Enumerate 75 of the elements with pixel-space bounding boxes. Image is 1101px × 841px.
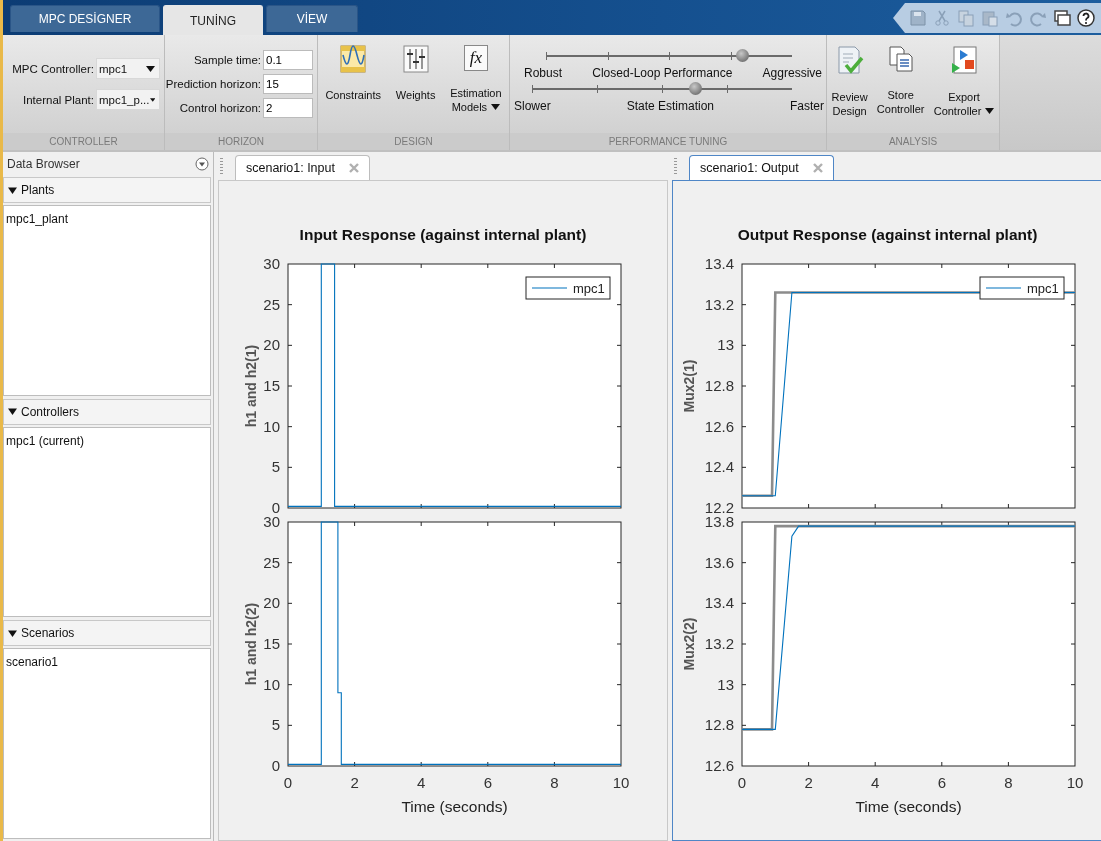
tick-label: 12.2 <box>704 499 734 514</box>
tick-label: 12.8 <box>704 377 734 394</box>
tick-label: 5 <box>271 458 280 476</box>
tick-label: 13.4 <box>704 256 734 272</box>
y-axis-label: Mux2(1) <box>681 359 697 413</box>
tick-label: 12.8 <box>704 716 734 734</box>
tick-label: 10 <box>612 774 630 791</box>
tick-label: 10 <box>263 417 280 435</box>
slider-label: Faster <box>789 99 824 113</box>
field-label: Internal Plant: <box>23 93 94 106</box>
tick-label: 15 <box>263 377 280 394</box>
slider-label: Robust <box>524 66 563 80</box>
tick-label: 12.4 <box>704 458 734 476</box>
button-label: Weights <box>395 88 436 102</box>
tick-label: 25 <box>263 295 280 313</box>
tick-label: 2 <box>350 774 359 791</box>
tick-label: 12.6 <box>704 417 734 435</box>
field-label: Control horizon: <box>179 102 261 114</box>
figure-title: Output Response (against internal plant) <box>737 226 1038 245</box>
tick-label: 20 <box>263 594 280 612</box>
tick-label: 13.4 <box>704 594 734 612</box>
tick-label: 6 <box>483 774 492 791</box>
tick-label: 13.2 <box>704 295 734 313</box>
button-label: Controller <box>876 102 925 116</box>
slider-label: Aggressive <box>762 66 822 80</box>
tick-label: 25 <box>263 553 280 571</box>
tick-label: 0 <box>283 774 293 791</box>
button-label: Models <box>451 100 488 114</box>
tick-label: 6 <box>937 774 946 791</box>
tick-label: 20 <box>263 336 280 354</box>
field-label: MPC Controller: <box>12 62 94 75</box>
y-axis-label: Mux2(2) <box>681 617 697 671</box>
tick-label: 0 <box>737 774 747 791</box>
slider-title: State Estimation <box>626 99 714 113</box>
button-label: Estimation <box>450 86 502 100</box>
tick-label: 30 <box>263 256 280 272</box>
tick-label: 4 <box>417 774 426 791</box>
tick-label: 30 <box>263 514 280 530</box>
figure-title: Input Response (against internal plant) <box>299 226 587 245</box>
field-label: Sample time: <box>193 54 261 66</box>
tick-label: 10 <box>1066 774 1084 791</box>
button-label: Controller <box>933 104 982 118</box>
button-label: Design <box>832 104 867 118</box>
button-label: Constraints <box>325 88 382 102</box>
tick-label: 2 <box>804 774 813 791</box>
tick-label: 13 <box>717 675 734 693</box>
x-axis-label: Time (seconds) <box>401 798 508 815</box>
tick-label: 8 <box>1004 774 1013 791</box>
tick-label: 4 <box>871 774 880 791</box>
legend-label: mpc1 <box>573 281 605 296</box>
tick-label: 13.2 <box>704 635 734 652</box>
field-label: Prediction horizon: <box>165 78 261 90</box>
tick-label: 10 <box>263 675 280 693</box>
y-axis-label: h1 and h2(1) <box>243 344 259 428</box>
button-label: Store <box>887 88 914 102</box>
tick-label: 13.6 <box>704 553 734 571</box>
slider-label: Slower <box>514 99 551 113</box>
tick-label: 13.8 <box>704 514 734 530</box>
tick-label: 15 <box>263 635 280 652</box>
chart-legend: mpc1 <box>979 276 1065 300</box>
x-axis-label: Time (seconds) <box>855 798 962 815</box>
tick-label: 5 <box>271 716 280 734</box>
tick-label: 8 <box>550 774 559 791</box>
tick-label: 0 <box>271 499 280 514</box>
function-icon: fx <box>463 45 488 71</box>
y-axis-label: h1 and h2(2) <box>243 602 259 686</box>
tick-label: 13 <box>717 336 734 354</box>
button-label: Export <box>948 90 980 104</box>
panel-title: Data Browser <box>7 157 80 171</box>
slider-title: Closed-Loop Performance <box>592 66 733 80</box>
legend-label: mpc1 <box>1027 281 1059 296</box>
tick-label: 0 <box>271 757 280 774</box>
button-label: Review <box>831 90 868 104</box>
tick-label: 12.6 <box>704 757 734 774</box>
chart-legend: mpc1 <box>525 276 611 300</box>
